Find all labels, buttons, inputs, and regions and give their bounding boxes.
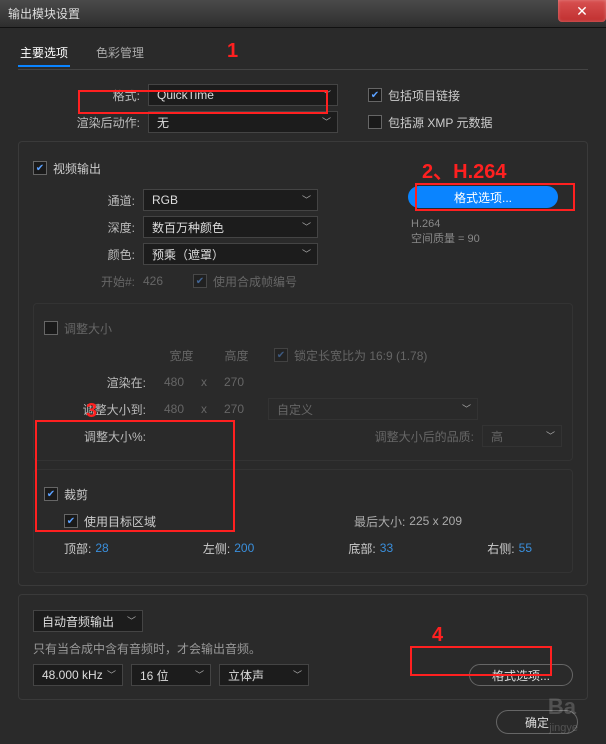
- crop-right-label: 右侧:: [487, 540, 514, 557]
- postrender-dropdown[interactable]: 无: [148, 111, 338, 133]
- include-project-link-checkbox[interactable]: [368, 88, 382, 102]
- color-label: 颜色:: [33, 246, 143, 263]
- use-comp-frame-label: 使用合成帧编号: [213, 273, 297, 290]
- format-options-button[interactable]: 格式选项...: [408, 186, 558, 208]
- format-label: 格式:: [38, 87, 148, 104]
- resize-width: 480: [154, 402, 194, 416]
- watermark-sub: jingye: [549, 722, 578, 734]
- render-height: 270: [214, 375, 254, 389]
- use-roi-label: 使用目标区域: [84, 513, 156, 530]
- tab-color-management[interactable]: 色彩管理: [94, 40, 146, 67]
- resize-height: 270: [214, 402, 254, 416]
- close-button[interactable]: ✕: [558, 0, 606, 22]
- start-value: 426: [143, 274, 193, 288]
- include-project-link-label: 包括项目链接: [388, 87, 460, 104]
- render-width: 480: [154, 375, 194, 389]
- channel-label: 通道:: [33, 192, 143, 209]
- resize-quality-label: 调整大小后的品质:: [375, 428, 474, 445]
- audio-format-options-button[interactable]: 格式选项...: [469, 664, 573, 686]
- crop-right-value[interactable]: 55: [519, 541, 532, 555]
- resize-to-label: 调整大小到:: [44, 401, 154, 418]
- crop-top-label: 顶部:: [64, 540, 91, 557]
- include-xmp-label: 包括源 XMP 元数据: [388, 114, 492, 131]
- postrender-label: 渲染后动作:: [38, 114, 148, 131]
- close-icon: ✕: [576, 3, 588, 20]
- depth-dropdown[interactable]: 数百万种颜色: [143, 216, 318, 238]
- format-dropdown[interactable]: QuickTime: [148, 84, 338, 106]
- video-output-section: 视频输出 通道: RGB 深度: 数百万种颜色 颜色: 预乘（遮罩）: [18, 141, 588, 586]
- use-comp-frame-checkbox: [193, 274, 207, 288]
- crop-top-value[interactable]: 28: [95, 541, 108, 555]
- audio-bit-dropdown[interactable]: 16 位: [131, 664, 211, 686]
- tab-bar: 主要选项 色彩管理: [18, 40, 588, 70]
- crop-bottom-value[interactable]: 33: [380, 541, 393, 555]
- video-output-checkbox[interactable]: [33, 161, 47, 175]
- width-header: 宽度: [154, 347, 209, 364]
- quality-info: 空间质量 = 90: [393, 230, 573, 246]
- crop-title: 裁剪: [64, 486, 88, 503]
- audio-note: 只有当合成中含有音频时，才会输出音频。: [33, 640, 261, 657]
- audio-section: 自动音频输出 只有当合成中含有音频时，才会输出音频。 48.000 kHz 16…: [18, 594, 588, 700]
- crop-bottom-label: 底部:: [348, 540, 375, 557]
- crop-left-value[interactable]: 200: [234, 541, 254, 555]
- resize-checkbox[interactable]: [44, 321, 58, 335]
- codec-info: H.264: [393, 218, 573, 230]
- audio-mode-dropdown[interactable]: 自动音频输出: [33, 610, 143, 632]
- window-title: 输出模块设置: [8, 5, 80, 22]
- titlebar: 输出模块设置 ✕: [0, 0, 606, 28]
- resize-preset-dropdown: 自定义: [268, 398, 478, 420]
- audio-rate-dropdown[interactable]: 48.000 kHz: [33, 664, 123, 686]
- resize-quality-dropdown: 高: [482, 425, 562, 447]
- start-label: 开始#:: [33, 273, 143, 290]
- height-header: 高度: [209, 347, 264, 364]
- audio-type-dropdown[interactable]: 立体声: [219, 664, 309, 686]
- lock-ratio-checkbox: [274, 348, 288, 362]
- render-at-label: 渲染在:: [44, 374, 154, 391]
- tab-main-options[interactable]: 主要选项: [18, 40, 70, 67]
- final-size-label: 最后大小:: [354, 513, 405, 530]
- use-roi-checkbox[interactable]: [64, 514, 78, 528]
- include-xmp-checkbox[interactable]: [368, 115, 382, 129]
- crop-left-label: 左侧:: [203, 540, 230, 557]
- color-dropdown[interactable]: 预乘（遮罩）: [143, 243, 318, 265]
- video-output-title: 视频输出: [53, 160, 101, 177]
- resize-pct-label: 调整大小%:: [44, 428, 154, 445]
- resize-title: 调整大小: [64, 320, 112, 337]
- channel-dropdown[interactable]: RGB: [143, 189, 318, 211]
- lock-ratio-label: 锁定长宽比为 16:9 (1.78): [294, 347, 427, 364]
- depth-label: 深度:: [33, 219, 143, 236]
- final-size-value: 225 x 209: [409, 514, 462, 528]
- crop-checkbox[interactable]: [44, 487, 58, 501]
